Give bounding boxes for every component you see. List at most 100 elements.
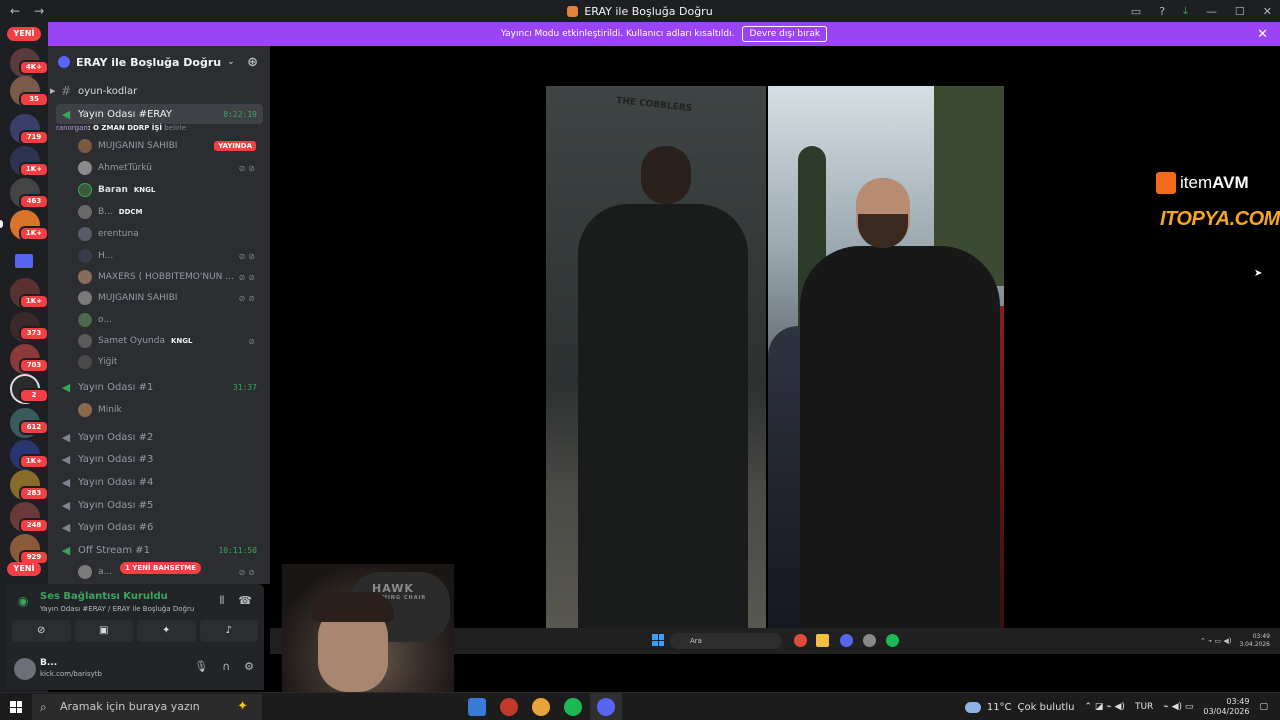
close-button[interactable]: ✕ [1263,5,1272,18]
channel-oyun-kodlar[interactable]: ▶ # oyun-kodlar [50,81,263,101]
server-header[interactable]: ERAY ile Boşluğa Doğru ⌄ ⊕ [48,46,270,78]
channel-yayin-eray[interactable]: ◀ Yayın Odası #ERAY 8:22:19 [56,104,263,124]
settings-gear-icon[interactable]: ⚙ [244,660,254,673]
channel-yayin-4[interactable]: ◀ Yayın Odası #4 [56,472,263,492]
live-badge: YAYINDA [214,141,256,151]
signal-icon: ◉ [18,594,29,608]
noise-suppression-icon[interactable]: ⦀ [219,594,224,608]
screen-share-icon[interactable]: ▣ [74,620,133,642]
streamed-clock: 03:49 3.04.2026 [1239,633,1270,648]
speaker-icon: ◀ [61,452,71,466]
mouse-cursor-icon: ➤ [1254,268,1263,279]
voice-user[interactable]: erentuna [78,224,264,244]
weather-widget[interactable]: 11°C Çok bulutlu [964,701,1074,713]
avatar [78,355,92,369]
channel-yayin-6[interactable]: ◀ Yayın Odası #6 [56,517,263,537]
maximize-button[interactable]: ☐ [1235,5,1245,18]
channel-sidebar: ERAY ile Boşluğa Doğru ⌄ ⊕ ▶ # oyun-kodl… [48,46,270,584]
voice-user[interactable]: Minik [78,400,264,420]
voice-user[interactable]: MAXERS ( HOBBİTEMO'NUN ... ⊘⊘ [78,267,264,287]
hash-icon: # [60,84,72,98]
voice-status-subtitle[interactable]: Yayın Odası #ERAY / ERAY ile Boşluğa Doğ… [40,605,194,613]
channel-yayin-2[interactable]: ◀ Yayın Odası #2 [56,427,263,447]
taskbar-search-box[interactable]: ⌕ Aramak için buraya yazın ✦ [32,694,262,720]
streamed-tray: ⌃ ⌁ ▭ ◀) 03:49 3.04.2026 [1200,633,1270,649]
voice-user[interactable]: B... DDCM [78,202,264,222]
voice-user[interactable]: Baran KNGL [78,180,264,200]
user-name: B... [98,207,113,217]
app-icon[interactable] [468,698,486,716]
user-controls: 🎙 ∩ ⚙ [194,660,254,673]
stream-view[interactable]: THE COBBLERS itemAVM ITOPYA.COM ➤ [270,46,1280,628]
user-name: Yiğit [98,357,118,367]
sparkle-icon: ✦ [237,699,248,714]
stream-image: THE COBBLERS [546,86,1004,628]
notification-icon[interactable]: ▢ [1259,702,1268,712]
minimize-button[interactable]: — [1206,5,1217,18]
spotify-icon[interactable] [564,698,582,716]
banner-close-icon[interactable]: ✕ [1257,27,1268,42]
search-icon: ⌕ [40,700,47,714]
chrome-icon [794,634,807,647]
muted-icons: ⊘⊘ [238,293,258,303]
camera-off-icon[interactable]: ⊘ [12,620,71,642]
inbox-icon[interactable]: ▭ [1131,5,1141,18]
headphones-icon[interactable]: ∩ [222,660,230,673]
discord-icon [840,634,853,647]
voice-user[interactable]: MÜJGANIN SAHİBİ YAYINDA [78,136,264,156]
soundboard-icon[interactable]: ♪ [199,620,258,642]
speaker-icon: ◀ [61,107,71,121]
voice-user[interactable]: AhmetTürkü ⊘⊘ [78,158,264,178]
unread-badge: 4K+ [19,60,49,75]
forward-arrow-icon[interactable]: → [34,4,44,18]
back-arrow-icon[interactable]: ← [10,4,20,18]
microphone-icon[interactable]: 🎙 [194,660,208,673]
download-icon[interactable]: ⤓ [1183,4,1188,18]
channel-yayin-3[interactable]: ◀ Yayın Odası #3 [56,449,263,469]
windows-start-icon[interactable] [10,701,22,713]
unread-badge: 463 [19,194,49,209]
add-member-icon[interactable]: ⊕ [247,55,258,70]
taskbar-clock[interactable]: 03:49 03/04/2026 [1203,697,1249,717]
channel-name: Yayın Odası #1 [78,381,154,393]
banner-text: Yayıncı Modu etkinleştirildi. Kullanıcı … [500,29,735,39]
disable-streamer-mode-button[interactable]: Devre dışı bırak [742,26,828,42]
new-badge-bottom[interactable]: YENİ [7,562,41,576]
disconnect-icon[interactable]: ☎ [238,594,252,608]
avatar [78,161,92,175]
nav-buttons: ← → [0,4,44,18]
language-indicator[interactable]: TUR [1135,702,1153,712]
speaker-icon: ◀ [61,498,71,512]
voice-user[interactable]: o... [78,310,264,330]
chrome-icon[interactable] [532,698,550,716]
person-right-body [800,246,1000,628]
user-panel-status: kick.com/barisytb [40,670,102,678]
voice-user[interactable]: H... ⊘⊘ [78,246,264,266]
user-avatar[interactable] [14,658,36,680]
voice-user[interactable]: MUJGANIN SAHIBI ⊘⊘ [78,288,264,308]
new-badge-top[interactable]: YENİ [7,27,41,41]
title-bar: ← → ERAY ile Boşluğa Doğru ▭ ? ⤓ — ☐ ✕ [0,0,1280,22]
obs-icon[interactable] [500,698,518,716]
user-name: MAXERS ( HOBBİTEMO'NUN ... [98,272,234,282]
channel-yayin-5[interactable]: ◀ Yayın Odası #5 [56,495,263,515]
person-left-head [641,146,691,204]
activities-icon[interactable]: ✦ [137,620,196,642]
voice-user[interactable]: Samet Oyunda KNGL ⊘ [78,331,264,351]
folder-icon[interactable] [15,254,33,268]
channel-off-stream-1[interactable]: ◀ Off Stream #1 10:11:50 [56,540,263,560]
voice-status-title[interactable]: Ses Bağlantısı Kuruldu [40,591,168,602]
window-controls: ▭ ? ⤓ — ☐ ✕ [1131,4,1272,18]
help-icon[interactable]: ? [1159,5,1165,18]
tray-icons[interactable]: ⌁ ◀) ▭ [1163,702,1193,712]
tray-icons[interactable]: ⌃ ◪ ⌁ ◀) [1084,702,1124,712]
channel-name: Off Stream #1 [78,544,151,556]
window-title: ERAY ile Boşluğa Doğru [0,5,1280,18]
avatar [78,291,92,305]
voice-connection-panel: ◉ Ses Bağlantısı Kuruldu Yayın Odası #ER… [6,584,264,648]
channel-yayin-1[interactable]: ◀ Yayın Odası #1 31:37 [56,377,263,397]
new-mention-pill[interactable]: 1 YENİ BAHSETME [120,562,202,574]
store-sign: THE COBBLERS [615,96,693,114]
voice-user[interactable]: Yiğit [78,352,264,372]
discord-icon[interactable] [597,698,615,716]
